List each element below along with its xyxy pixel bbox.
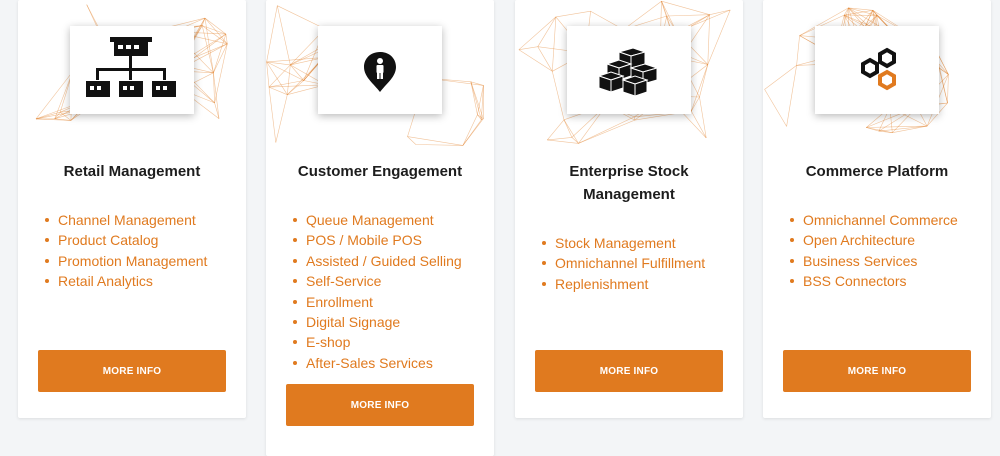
pattern-line [764, 65, 797, 90]
card-title: Customer Engagement [297, 163, 463, 180]
pattern-line [204, 17, 227, 35]
feature-item: Promotion Management [42, 251, 207, 271]
pattern-line [518, 16, 557, 50]
pattern-line [462, 114, 478, 146]
pattern-line [415, 144, 463, 146]
feature-item: BSS Connectors [787, 271, 958, 291]
card-icon-box [567, 26, 691, 114]
feature-item: Assisted / Guided Selling [290, 251, 462, 271]
feature-item: POS / Mobile POS [290, 230, 462, 250]
feature-list: Stock Management Omnichannel Fulfillment… [539, 233, 705, 294]
card-icon-box [70, 26, 194, 114]
pattern-line [537, 16, 557, 47]
feature-item: Channel Management [42, 210, 207, 230]
pattern-line [563, 119, 573, 138]
pattern-line [786, 65, 797, 127]
pattern-line [563, 119, 579, 144]
card-title: Commerce Platform [805, 163, 949, 180]
pattern-line [691, 64, 709, 112]
feature-item: E-shop [290, 332, 462, 352]
feature-item: Stock Management [539, 233, 705, 253]
pattern-line [275, 94, 288, 143]
pattern-line [661, 0, 710, 15]
solution-card-retail-management: Retail Management Channel Management Pro… [18, 0, 246, 418]
card-header [763, 0, 991, 150]
pattern-line [555, 10, 591, 18]
pattern-line [268, 87, 277, 143]
pattern-line [407, 136, 463, 146]
card-icon-box [815, 26, 939, 114]
pattern-line [707, 14, 710, 65]
feature-item: Digital Signage [290, 312, 462, 332]
feature-item: Product Catalog [42, 230, 207, 250]
pattern-line [661, 1, 668, 17]
pattern-line [552, 71, 565, 120]
pattern-line [518, 49, 553, 72]
card-header [266, 0, 494, 150]
pattern-line [666, 14, 710, 17]
feature-item: Omnichannel Fulfillment [539, 253, 705, 273]
pattern-line [287, 64, 291, 95]
pattern-line [266, 5, 278, 62]
feature-item: Business Services [787, 251, 958, 271]
feature-list: Queue Management POS / Mobile POS Assist… [290, 210, 462, 373]
more-info-button[interactable]: MORE INFO [38, 350, 226, 392]
customer-location-pin-icon [364, 52, 396, 92]
more-info-button[interactable]: MORE INFO [535, 350, 723, 392]
feature-item: Queue Management [290, 210, 462, 230]
solution-card-customer-engagement: Customer Engagement Queue Management POS… [266, 0, 494, 456]
pattern-line [290, 64, 304, 81]
more-info-button[interactable]: MORE INFO [286, 384, 474, 426]
pattern-line [537, 46, 553, 72]
feature-item: Enrollment [290, 292, 462, 312]
solution-card-commerce-platform: Commerce Platform Omnichannel Commerce O… [763, 0, 991, 418]
pattern-line [547, 119, 565, 141]
pattern-line [277, 5, 291, 65]
pattern-line [764, 89, 787, 127]
feature-list: Channel Management Product Catalog Promo… [42, 210, 207, 292]
solution-card-enterprise-stock-management: Enterprise Stock Management Stock Manage… [515, 0, 743, 418]
card-title: Enterprise Stock Management [569, 163, 689, 203]
pattern-line [214, 43, 228, 103]
hexagons-icon [861, 47, 896, 91]
more-info-button[interactable]: MORE INFO [783, 350, 971, 392]
pattern-line [547, 137, 572, 141]
pattern-line [552, 16, 557, 72]
pattern-line [462, 119, 482, 146]
feature-item: After-Sales Services [290, 353, 462, 373]
card-title: Retail Management [63, 163, 201, 180]
feature-item: Replenishment [539, 274, 705, 294]
card-icon-box [318, 26, 442, 114]
stacked-boxes-icon [597, 47, 659, 97]
pattern-line [547, 139, 579, 144]
pattern-line [796, 35, 800, 66]
feature-list: Omnichannel Commerce Open Architecture B… [787, 210, 958, 292]
card-header [18, 0, 246, 150]
pattern-line [202, 25, 227, 35]
pattern-line [213, 43, 228, 73]
retail-stores-hierarchy-icon [86, 37, 176, 97]
pattern-line [947, 74, 949, 104]
card-header [515, 0, 743, 150]
feature-item: Omnichannel Commerce [787, 210, 958, 230]
pattern-line [578, 116, 635, 144]
pattern-line [699, 64, 709, 98]
feature-item: Open Architecture [787, 230, 958, 250]
feature-item: Retail Analytics [42, 271, 207, 291]
pattern-line [470, 81, 482, 120]
feature-item: Self-Service [290, 271, 462, 291]
